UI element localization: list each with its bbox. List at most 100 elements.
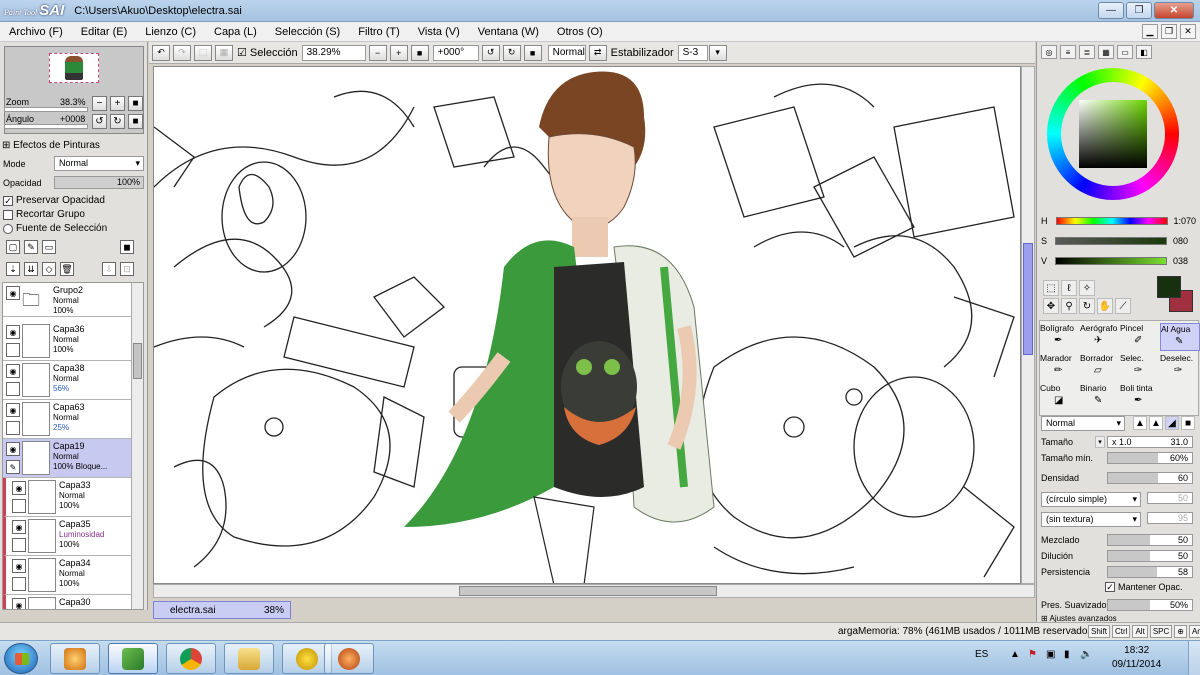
eyedropper-icon[interactable]: ⟋: [1115, 298, 1131, 314]
lasso-icon[interactable]: ℓ: [1061, 280, 1077, 296]
volume-icon[interactable]: 🔈: [1080, 649, 1092, 660]
layer-lock-icon[interactable]: [12, 577, 26, 591]
hue-slider[interactable]: [1055, 217, 1168, 225]
menu-vista[interactable]: Vista (V): [409, 26, 469, 38]
layer-group-item[interactable]: ◉ 🗀 Grupo2 Normal 100%: [3, 283, 131, 317]
blending-bar[interactable]: 50: [1107, 534, 1193, 546]
zoom-in-button[interactable]: +: [110, 96, 125, 111]
blend-mode-field[interactable]: Normal: [547, 44, 586, 61]
toolbar-rotate-left-button[interactable]: ↺: [481, 44, 500, 61]
tray-expand-icon[interactable]: ▲: [1010, 649, 1020, 660]
dilution-bar[interactable]: 50: [1107, 550, 1193, 562]
advanced-settings-toggle[interactable]: ⊞ Ajustes avanzados: [1041, 614, 1117, 622]
zoom-slider[interactable]: [4, 107, 88, 112]
delete-mask-icon[interactable]: ⊡: [120, 262, 134, 276]
deselect-button[interactable]: ⬚: [194, 44, 212, 61]
toolbar-zoom-out-button[interactable]: −: [368, 44, 387, 61]
canvas-horizontal-scrollbar[interactable]: [153, 584, 1035, 598]
color-wheel[interactable]: [1047, 68, 1179, 200]
brush-shape-strength[interactable]: 50: [1147, 492, 1193, 504]
layer-lock-icon[interactable]: [6, 421, 20, 435]
target-icon[interactable]: ⊕: [1174, 625, 1187, 638]
paint-tool-sai-task[interactable]: [108, 643, 158, 674]
visibility-eye-icon[interactable]: ◉: [12, 481, 26, 495]
tray-app-icon[interactable]: ▣: [1046, 649, 1055, 660]
brush-shape-soft-icon[interactable]: ▲: [1133, 416, 1147, 430]
brush-tool-binary-pen[interactable]: Binario ✎: [1080, 383, 1120, 411]
rotate-tool-icon[interactable]: ↻: [1079, 298, 1095, 314]
menu-lienzo[interactable]: Lienzo (C): [136, 26, 205, 38]
layer-item[interactable]: ◉ Capa33 Normal 100%: [3, 478, 131, 517]
value-slider[interactable]: [1055, 257, 1168, 265]
toolbar-rotate-right-button[interactable]: ↻: [502, 44, 521, 61]
show-desktop-button[interactable]: [1188, 641, 1200, 675]
layer-mode-select[interactable]: Normal: [54, 156, 144, 171]
transfer-down-icon[interactable]: ⇣: [6, 262, 20, 276]
game-app-task[interactable]: [324, 643, 374, 674]
toolbar-rotate-reset-button[interactable]: ■: [523, 44, 542, 61]
menu-filtro[interactable]: Filtro (T): [349, 26, 409, 38]
persistence-bar[interactable]: 58: [1107, 566, 1193, 578]
rgb-slider-tab-icon[interactable]: ≡: [1060, 45, 1076, 59]
new-layer-icon[interactable]: ▢: [6, 240, 20, 254]
canvas-vscroll-thumb[interactable]: [1023, 243, 1033, 355]
undo-button[interactable]: ↶: [152, 44, 170, 61]
pressure-smoothing-bar[interactable]: 50%: [1107, 599, 1193, 611]
angle-field[interactable]: +000°: [432, 44, 479, 61]
layer-lock-icon[interactable]: ✎: [6, 460, 20, 474]
brush-tool-select-pen[interactable]: Selec. ✑: [1120, 353, 1160, 381]
layer-item[interactable]: ◉ Capa36 Normal 100%: [3, 322, 131, 361]
close-button[interactable]: ✕: [1154, 2, 1194, 19]
size-dropdown-icon[interactable]: ▾: [1095, 436, 1105, 448]
merge-down-icon[interactable]: ⇊: [24, 262, 38, 276]
size-field[interactable]: x 1.0 31.0: [1107, 436, 1193, 448]
move-icon[interactable]: ✥: [1043, 298, 1059, 314]
brush-tool-watercolor[interactable]: Al Agua ✎: [1160, 323, 1200, 351]
drawing-canvas[interactable]: [153, 66, 1021, 584]
doc-restore-button[interactable]: ❐: [1161, 24, 1177, 39]
ctrl-key-indicator[interactable]: Ctrl: [1112, 625, 1131, 638]
menu-seleccion[interactable]: Selección (S): [266, 26, 349, 38]
layer-lock-icon[interactable]: [6, 382, 20, 396]
visibility-eye-icon[interactable]: ◉: [6, 325, 20, 339]
menu-archivo[interactable]: Archivo (F): [0, 26, 72, 38]
flip-horizontal-button[interactable]: ⇄: [588, 44, 607, 61]
swatches-tab-icon[interactable]: ▦: [1098, 45, 1114, 59]
visibility-eye-icon[interactable]: ◉: [12, 598, 26, 609]
stabilizer-select[interactable]: S-3: [677, 44, 708, 61]
zoom-out-button[interactable]: −: [92, 96, 107, 111]
brush-tool-bucket[interactable]: Cubo ◪: [1040, 383, 1080, 411]
minimize-button[interactable]: —: [1098, 2, 1124, 19]
selection-toggle[interactable]: ☑ Selección: [237, 46, 298, 59]
brush-shape-hard-icon[interactable]: ◢: [1165, 416, 1179, 430]
maximize-button[interactable]: ❐: [1126, 2, 1152, 19]
clear-layer-icon[interactable]: ◇: [42, 262, 56, 276]
saturation-slider[interactable]: [1055, 237, 1168, 245]
shift-key-indicator[interactable]: Shift: [1088, 625, 1111, 638]
canvas-vertical-scrollbar[interactable]: [1021, 66, 1035, 584]
brush-texture-strength[interactable]: 95: [1147, 512, 1193, 524]
saturation-value-square[interactable]: [1079, 100, 1147, 168]
visibility-eye-icon[interactable]: ◉: [6, 286, 20, 300]
keep-opacity-checkbox[interactable]: ✓ Mantener Opac.: [1105, 582, 1183, 592]
brush-tool-pen[interactable]: Bolígrafo ✒: [1040, 323, 1080, 351]
tray-flag-icon[interactable]: ⚑: [1028, 649, 1037, 660]
layer-opacity-bar[interactable]: 100%: [54, 176, 144, 189]
explorer-task[interactable]: [224, 643, 274, 674]
zoom-tool-icon[interactable]: ⚲: [1061, 298, 1077, 314]
rotate-right-button[interactable]: ↻: [110, 114, 125, 129]
layer-item[interactable]: ◉ Capa30Normal: [3, 595, 131, 609]
redo-button[interactable]: ↷: [173, 44, 191, 61]
clip-group-checkbox[interactable]: Recortar Grupo: [3, 209, 85, 220]
brush-shape-select[interactable]: (círculo simple): [1041, 492, 1141, 507]
toolbar-zoom-in-button[interactable]: +: [389, 44, 408, 61]
selection-source-radio[interactable]: Fuente de Selección: [3, 223, 107, 234]
layer-item[interactable]: ◉ Capa35 Luminosidad 100%: [3, 517, 131, 556]
delete-layer-icon[interactable]: 🗑: [60, 262, 74, 276]
layer-lock-icon[interactable]: [12, 538, 26, 552]
doc-close-button[interactable]: ✕: [1180, 24, 1196, 39]
alt-key-indicator[interactable]: Alt: [1132, 625, 1148, 638]
menu-capa[interactable]: Capa (L): [205, 26, 266, 38]
layer-item[interactable]: ◉ ✎ Capa19 Normal 100% Bloque...: [3, 439, 131, 478]
zoom-field[interactable]: 38.29%: [301, 44, 366, 61]
